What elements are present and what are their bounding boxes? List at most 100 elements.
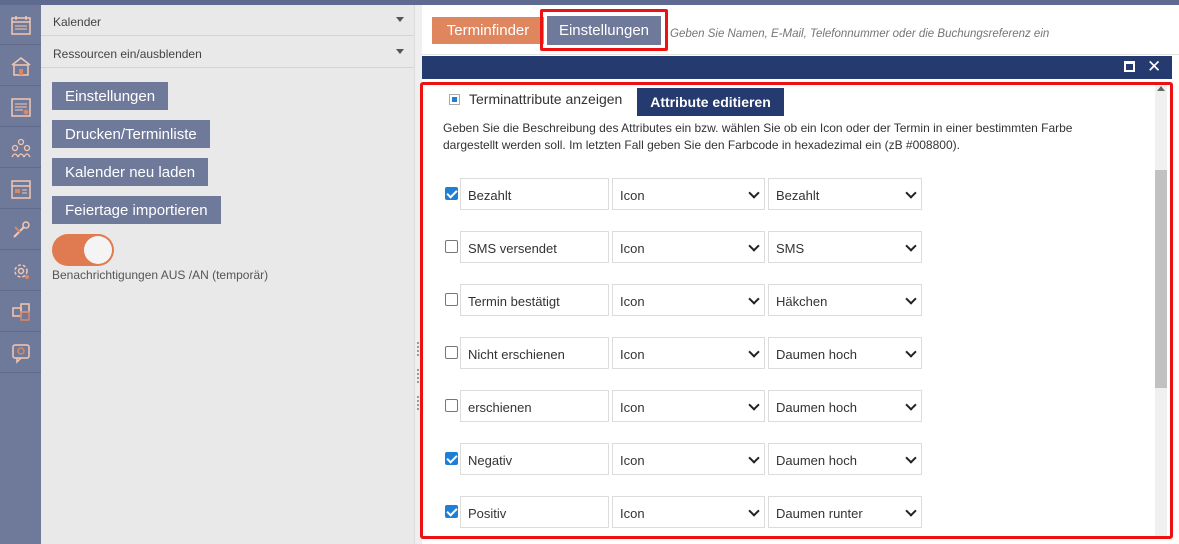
attribute-type-select[interactable]: Icon <box>612 231 765 263</box>
select-value: Icon <box>620 400 645 415</box>
attribute-row: SMS versendet Icon SMS <box>443 231 923 263</box>
attribute-name-input[interactable]: Negativ <box>460 443 609 475</box>
attribute-type-select[interactable]: Icon <box>612 390 765 422</box>
settings-button[interactable]: Einstellungen <box>52 82 169 110</box>
chevron-down-icon <box>748 346 760 358</box>
show-attributes-checkbox[interactable] <box>449 93 460 105</box>
attribute-name-input[interactable]: SMS versendet <box>460 231 609 263</box>
chevron-down-icon <box>748 187 760 199</box>
select-value: Icon <box>620 294 645 309</box>
attribute-row: Nicht erschienen Icon Daumen hoch <box>443 337 923 369</box>
calendar-list-icon <box>10 97 31 117</box>
attribute-name-input[interactable]: erschienen <box>460 390 609 422</box>
print-button[interactable]: Drucken/Terminliste <box>52 120 210 148</box>
rail-tools[interactable] <box>0 210 41 250</box>
einstellungen-button[interactable]: Einstellungen <box>547 16 661 45</box>
search-input[interactable] <box>670 17 1170 43</box>
select-value: Bezahlt <box>776 188 820 203</box>
accordion-label: Ressourcen ein/ausblenden <box>53 47 202 61</box>
calendar-icon <box>10 15 31 35</box>
splitter-grip <box>417 396 419 410</box>
chevron-down-icon <box>905 187 917 199</box>
accordion-label: Kalender <box>53 15 102 29</box>
select-value: Daumen hoch <box>776 400 857 415</box>
scrollbar[interactable] <box>1155 85 1167 536</box>
attribute-type-select[interactable]: Icon <box>612 284 765 316</box>
attribute-value-select[interactable]: Daumen hoch <box>768 390 922 422</box>
chevron-down-icon <box>748 399 760 411</box>
rail-support[interactable] <box>0 333 41 373</box>
attribute-checkbox[interactable] <box>445 505 458 518</box>
calendar-grid-icon <box>10 179 31 199</box>
rail-building[interactable] <box>0 46 41 86</box>
rail-calendar[interactable] <box>0 5 41 45</box>
select-value: Icon <box>620 188 645 203</box>
people-icon <box>10 138 31 157</box>
rail-puzzle[interactable] <box>0 292 41 332</box>
chevron-down-icon <box>748 293 760 305</box>
chevron-down-icon <box>905 452 917 464</box>
attribute-checkbox[interactable] <box>445 399 458 412</box>
rail-people[interactable] <box>0 128 41 168</box>
scroll-up-icon[interactable] <box>1157 86 1165 91</box>
attribute-value-select[interactable]: Bezahlt <box>768 178 922 210</box>
rail-settings[interactable] <box>0 251 41 291</box>
attribute-name-input[interactable]: Bezahlt <box>460 178 609 210</box>
chevron-down-icon <box>905 346 917 358</box>
attribute-row: Positiv Icon Daumen runter <box>443 496 923 528</box>
select-value: Icon <box>620 347 645 362</box>
attribute-name-input[interactable]: Nicht erschienen <box>460 337 609 369</box>
attribute-value-select[interactable]: Daumen hoch <box>768 443 922 475</box>
splitter-grip <box>417 369 419 383</box>
splitter-grip <box>417 342 419 356</box>
attribute-value-select[interactable]: SMS <box>768 231 922 263</box>
select-value: Daumen hoch <box>776 347 857 362</box>
attributes-dialog: Terminattribute anzeigen Attribute editi… <box>420 82 1173 539</box>
attribute-name-input[interactable]: Termin bestätigt <box>460 284 609 316</box>
select-value: Daumen hoch <box>776 453 857 468</box>
accordion-kalender[interactable]: Kalender <box>41 5 414 36</box>
left-panel: Kalender Ressourcen ein/ausblenden Einst… <box>41 5 414 544</box>
icon-rail <box>0 5 41 544</box>
maximize-icon[interactable] <box>1124 61 1135 72</box>
show-attributes-option[interactable]: Terminattribute anzeigen <box>449 91 622 107</box>
attribute-type-select[interactable]: Icon <box>612 496 765 528</box>
attribute-value-select[interactable]: Daumen runter <box>768 496 922 528</box>
attribute-checkbox[interactable] <box>445 346 458 359</box>
select-value: Daumen runter <box>776 506 863 521</box>
import-holidays-button[interactable]: Feiertage importieren <box>52 196 221 224</box>
building-icon <box>11 56 30 76</box>
toggle-knob <box>84 236 112 264</box>
scrollbar-thumb[interactable] <box>1155 170 1167 388</box>
dialog-description: Geben Sie die Beschreibung des Attribute… <box>443 121 1073 152</box>
reload-calendar-button[interactable]: Kalender neu laden <box>52 158 209 186</box>
attribute-checkbox[interactable] <box>445 240 458 253</box>
caret-down-icon <box>396 49 404 54</box>
attribute-type-select[interactable]: Icon <box>612 443 765 475</box>
dialog-titlebar: ✕ <box>422 56 1172 79</box>
close-icon[interactable]: ✕ <box>1147 57 1161 77</box>
attribute-checkbox[interactable] <box>445 293 458 306</box>
attribute-checkbox[interactable] <box>445 187 458 200</box>
terminfinder-button[interactable]: Terminfinder <box>432 17 544 44</box>
attribute-name-input[interactable]: Positiv <box>460 496 609 528</box>
rail-calendar-list[interactable] <box>0 87 41 127</box>
select-value: SMS <box>776 241 805 256</box>
attribute-row: erschienen Icon Daumen hoch <box>443 390 923 422</box>
rail-calendar-grid[interactable] <box>0 169 41 209</box>
attribute-type-select[interactable]: Icon <box>612 337 765 369</box>
accordion-ressourcen[interactable]: Ressourcen ein/ausblenden <box>41 37 414 68</box>
notifications-toggle[interactable] <box>52 234 114 266</box>
settings-gear-icon <box>13 263 29 279</box>
attribute-value-select[interactable]: Daumen hoch <box>768 337 922 369</box>
select-value: Icon <box>620 241 645 256</box>
support-chat-icon <box>11 343 30 364</box>
main-toolbar: Terminfinder Einstellungen <box>422 5 1179 55</box>
attribute-checkbox[interactable] <box>445 452 458 465</box>
puzzle-icon <box>11 302 30 321</box>
chevron-down-icon <box>905 293 917 305</box>
attribute-value-select[interactable]: Häkchen <box>768 284 922 316</box>
edit-attributes-button[interactable]: Attribute editieren <box>637 88 784 116</box>
attribute-type-select[interactable]: Icon <box>612 178 765 210</box>
chevron-down-icon <box>905 505 917 517</box>
